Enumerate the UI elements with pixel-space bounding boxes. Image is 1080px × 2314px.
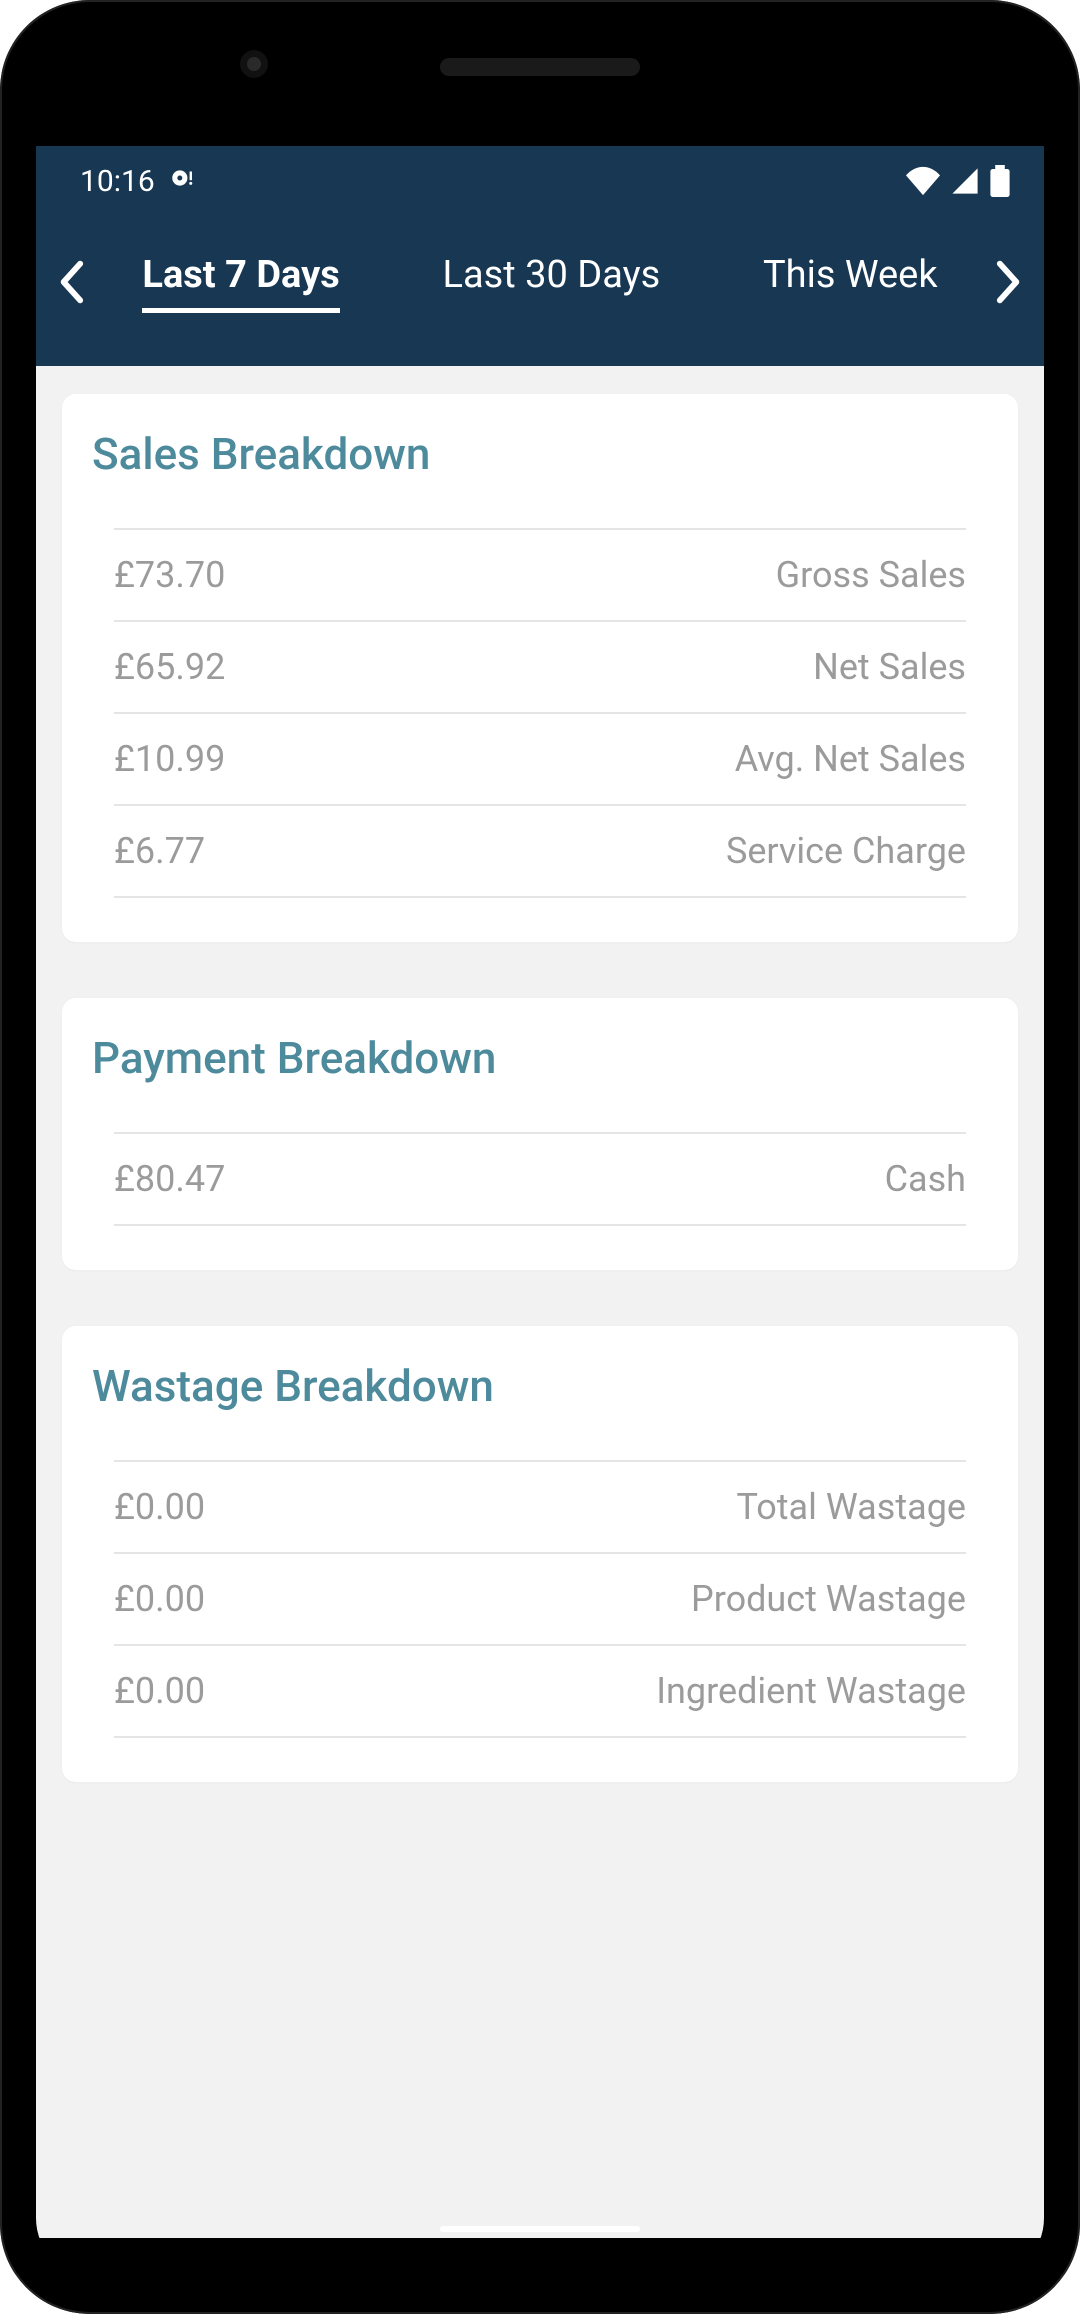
row-net-sales: £65.92 Net Sales	[114, 620, 966, 712]
row-cash: £80.47 Cash	[114, 1132, 966, 1226]
row-total-wastage: £0.00 Total Wastage	[114, 1460, 966, 1552]
row-value: £65.92	[114, 646, 225, 688]
status-left: 10:16	[80, 164, 195, 199]
status-bar: 10:16	[36, 146, 1044, 216]
row-avg-net-sales: £10.99 Avg. Net Sales	[114, 712, 966, 804]
row-value: £10.99	[114, 738, 225, 780]
content: Sales Breakdown £73.70 Gross Sales £65.9…	[36, 366, 1044, 1866]
tab-this-week[interactable]: This Week	[763, 251, 938, 308]
card-wastage-breakdown: Wastage Breakdown £0.00 Total Wastage £0…	[62, 1326, 1018, 1782]
card-title: Wastage Breakdown	[92, 1360, 988, 1412]
row-label: Gross Sales	[776, 554, 966, 596]
card-title: Payment Breakdown	[92, 1032, 988, 1084]
card-title: Sales Breakdown	[92, 428, 988, 480]
row-service-charge: £6.77 Service Charge	[114, 804, 966, 898]
phone-inner: 10:16	[36, 36, 1044, 2278]
screen: 10:16	[36, 146, 1044, 2238]
cellular-icon	[950, 167, 980, 195]
card-sales-breakdown: Sales Breakdown £73.70 Gross Sales £65.9…	[62, 394, 1018, 942]
row-product-wastage: £0.00 Product Wastage	[114, 1552, 966, 1644]
row-label: Net Sales	[813, 646, 966, 688]
row-value: £0.00	[114, 1578, 205, 1620]
status-time: 10:16	[80, 164, 155, 199]
rows: £0.00 Total Wastage £0.00 Product Wastag…	[92, 1460, 988, 1738]
row-value: £0.00	[114, 1670, 205, 1712]
row-value: £6.77	[114, 830, 205, 872]
tab-last-30-days[interactable]: Last 30 Days	[443, 251, 661, 308]
next-period-button[interactable]	[984, 260, 1034, 304]
battery-icon	[990, 165, 1010, 197]
row-label: Product Wastage	[691, 1578, 966, 1620]
row-value: £73.70	[114, 554, 225, 596]
period-tabs: Last 7 Days Last 30 Days This Week	[96, 251, 984, 313]
row-gross-sales: £73.70 Gross Sales	[114, 528, 966, 620]
tab-last-7-days[interactable]: Last 7 Days	[142, 251, 339, 313]
phone-frame: 10:16	[0, 0, 1080, 2314]
row-value: £0.00	[114, 1486, 205, 1528]
row-label: Cash	[885, 1158, 966, 1200]
status-disc-icon	[169, 164, 195, 199]
period-header: Last 7 Days Last 30 Days This Week	[36, 216, 1044, 366]
prev-period-button[interactable]	[46, 260, 96, 304]
phone-camera	[240, 50, 268, 78]
wifi-icon	[906, 166, 940, 196]
card-payment-breakdown: Payment Breakdown £80.47 Cash	[62, 998, 1018, 1270]
row-value: £80.47	[114, 1158, 225, 1200]
rows: £73.70 Gross Sales £65.92 Net Sales £10.…	[92, 528, 988, 898]
row-label: Ingredient Wastage	[656, 1670, 966, 1712]
status-right	[906, 165, 1010, 197]
row-label: Total Wastage	[737, 1486, 967, 1528]
nav-home-indicator[interactable]	[440, 2226, 640, 2232]
phone-speaker	[440, 58, 640, 76]
row-ingredient-wastage: £0.00 Ingredient Wastage	[114, 1644, 966, 1738]
rows: £80.47 Cash	[92, 1132, 988, 1226]
row-label: Avg. Net Sales	[735, 738, 966, 780]
row-label: Service Charge	[726, 830, 966, 872]
